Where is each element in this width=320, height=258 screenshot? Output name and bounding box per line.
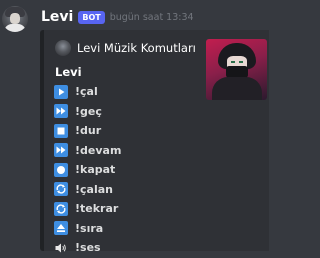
message-header: Levi BOT bugün saat 13:34 — [41, 8, 194, 26]
embed: Levi Müzik Komutları Levi !çal !geç !dur… — [40, 30, 269, 254]
command-label: !ses — [75, 241, 101, 255]
command-label: !çalan — [75, 182, 113, 196]
command-label: !geç — [75, 104, 102, 118]
eject-icon — [54, 221, 68, 236]
fast-forward-icon — [54, 143, 68, 158]
command-list: !çal !geç !dur !devam !kapat !çalan !tek… — [54, 82, 121, 258]
command-item: !ses — [54, 238, 121, 258]
stop-icon — [54, 123, 68, 138]
play-icon — [54, 84, 68, 99]
fast-forward-icon — [54, 104, 68, 119]
username[interactable]: Levi — [41, 9, 73, 25]
command-item: !dur — [54, 121, 121, 141]
embed-author: Levi Müzik Komutları — [55, 40, 196, 56]
embed-title: Levi — [55, 65, 82, 79]
command-label: !kapat — [75, 163, 116, 177]
command-item: !devam — [54, 141, 121, 161]
command-label: !sıra — [75, 221, 104, 235]
command-label: !çal — [75, 85, 98, 99]
speaker-icon — [54, 241, 68, 255]
repeat-icon — [54, 201, 68, 216]
record-button-icon — [54, 162, 68, 177]
repeat-icon — [54, 182, 68, 197]
command-item: !çal — [54, 82, 121, 102]
embed-thumbnail[interactable] — [206, 39, 267, 100]
command-label: !dur — [75, 124, 102, 138]
bot-badge: BOT — [78, 10, 105, 24]
command-item: !kapat — [54, 160, 121, 180]
command-item: !sıra — [54, 219, 121, 239]
timestamp: bugün saat 13:34 — [109, 11, 194, 23]
command-item: !geç — [54, 102, 121, 122]
command-item: !tekrar — [54, 199, 121, 219]
command-label: !devam — [75, 143, 122, 157]
embed-author-name: Levi Müzik Komutları — [77, 41, 196, 55]
author-avatar — [55, 40, 71, 56]
user-avatar[interactable] — [2, 6, 28, 32]
command-item: !çalan — [54, 180, 121, 200]
command-label: !tekrar — [75, 202, 119, 216]
